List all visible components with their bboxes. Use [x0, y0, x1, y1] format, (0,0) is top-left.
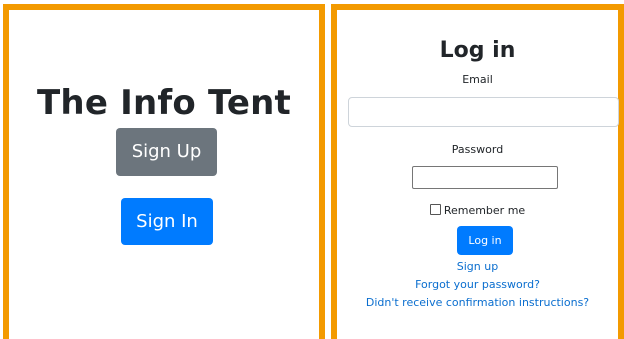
remember-me-checkbox[interactable]	[429, 204, 441, 215]
sign-up-link[interactable]: Sign up	[337, 260, 618, 273]
login-title: Log in	[439, 38, 516, 63]
home-panel: The Info Tent Sign Up Sign In	[3, 4, 325, 339]
confirmation-instructions-link[interactable]: Didn't receive confirmation instructions…	[337, 296, 618, 309]
site-title: The Info Tent	[37, 83, 291, 123]
password-field[interactable]	[412, 166, 558, 189]
log-in-button[interactable]: Log in	[457, 226, 513, 255]
forgot-password-link[interactable]: Forgot your password?	[337, 278, 618, 291]
login-panel: Log in Email Password Remember me Log in…	[331, 4, 624, 339]
screen: The Info Tent Sign Up Sign In Log in Ema…	[0, 0, 624, 339]
remember-me-row[interactable]: Remember me	[337, 204, 618, 217]
password-label: Password	[451, 143, 504, 156]
sign-up-button[interactable]: Sign Up	[116, 128, 217, 176]
remember-me-label: Remember me	[443, 204, 526, 217]
sign-in-button[interactable]: Sign In	[121, 198, 213, 245]
email-label: Email	[462, 73, 493, 86]
email-field[interactable]	[348, 97, 619, 127]
